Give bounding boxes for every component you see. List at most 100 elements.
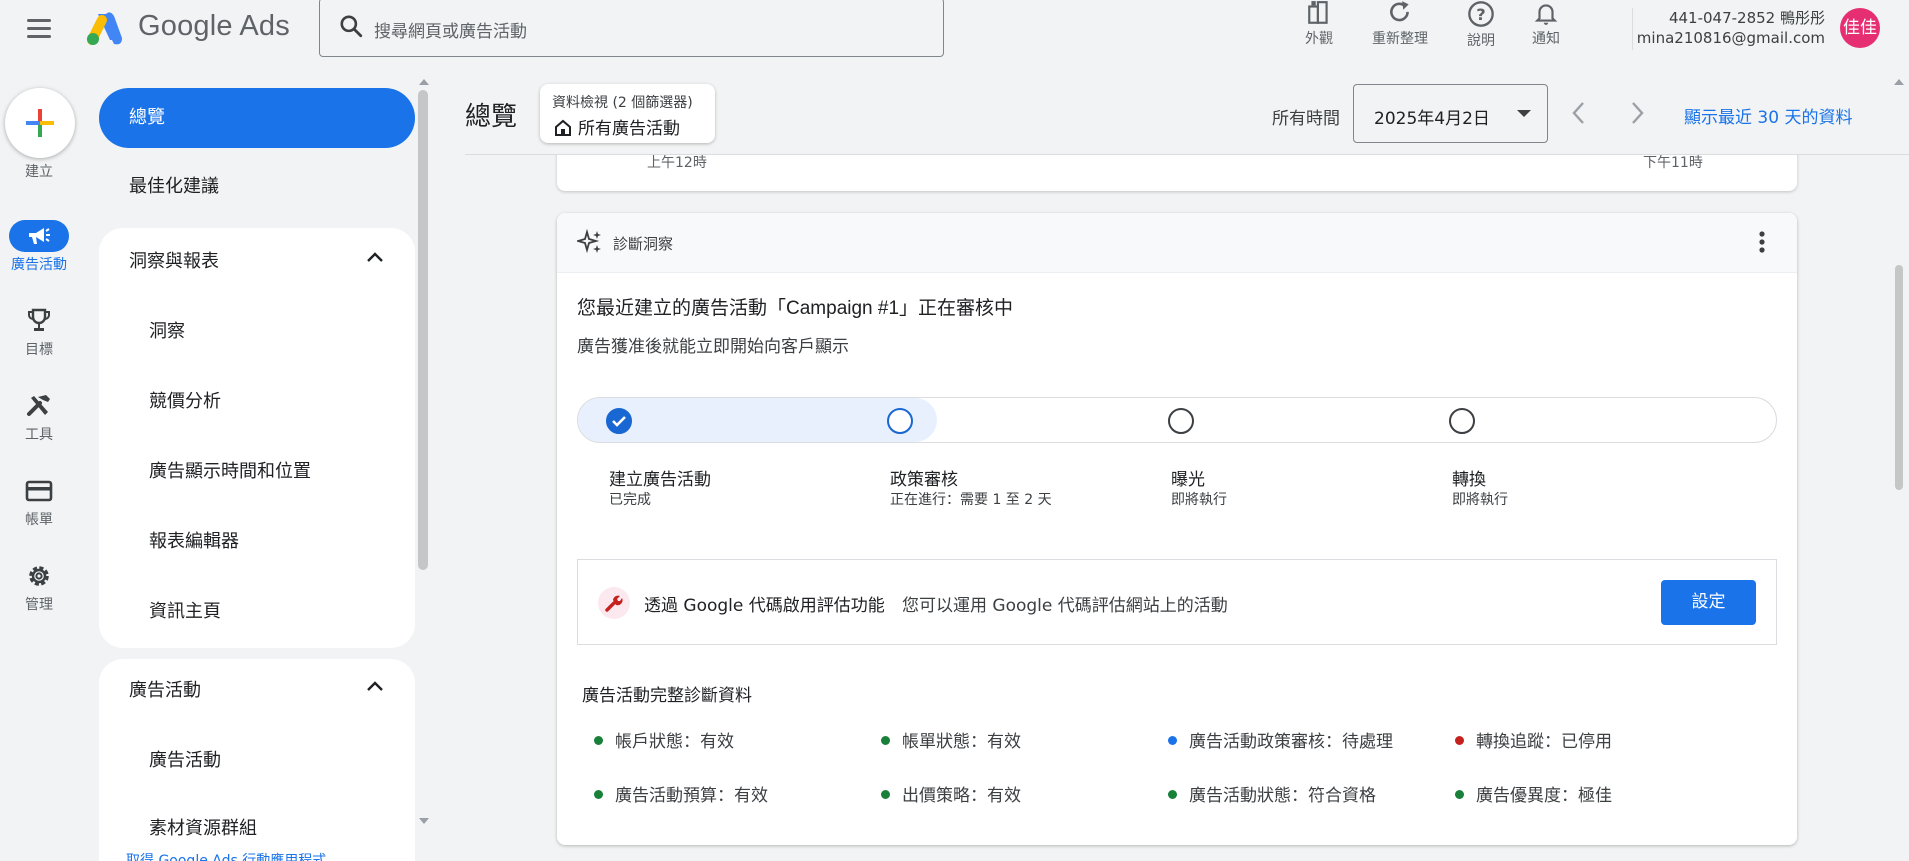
avatar[interactable]: 佳佳	[1840, 8, 1880, 48]
date-range-select[interactable]: 2025年4月2日	[1353, 84, 1548, 143]
rail-item-billing[interactable]: 帳單	[0, 475, 78, 529]
status-item[interactable]: 廣告活動政策審核：待處理	[1168, 727, 1393, 752]
status-text: 廣告活動預算：有效	[615, 786, 768, 806]
status-dot	[1455, 736, 1464, 745]
data-view-value: 所有廣告活動	[554, 114, 680, 139]
account-id: 441-047-2852 鴨彤彤	[1668, 9, 1825, 27]
refresh-icon	[1390, 1, 1409, 22]
sidebar-item-dashboards[interactable]: 資訊主頁	[149, 597, 221, 623]
rail-item-campaigns[interactable]: 廣告活動	[0, 220, 78, 274]
sidebar-item-when-where[interactable]: 廣告顯示時間和位置	[149, 457, 311, 483]
status-item[interactable]: 帳戶狀態：有效	[594, 727, 734, 752]
sidebar-item-asset-groups[interactable]: 素材資源群組	[149, 814, 257, 840]
sidebar-item-overview[interactable]: 總覽	[99, 88, 415, 148]
step-pending-circle-icon	[1168, 408, 1194, 434]
message-suffix: 」正在審核中	[899, 297, 1014, 319]
progress-stepper	[577, 397, 1777, 443]
chevron-right-icon[interactable]	[1624, 98, 1650, 128]
message-prefix: 您最近建立的廣告活動「	[577, 297, 787, 319]
notifications-button[interactable]: 通知	[1506, 0, 1586, 48]
header-divider	[1632, 8, 1633, 50]
scroll-up-arrow-icon[interactable]	[418, 78, 430, 86]
x-axis-tick-start: 上午12時	[647, 155, 707, 171]
data-view-chip[interactable]: 資料檢視 (2 個篩選器) 所有廣告活動	[540, 84, 715, 143]
promo-description: 您可以運用 Google 代碼評估網站上的活動	[902, 596, 1228, 616]
sidebar-item-insights[interactable]: 洞察	[149, 317, 185, 343]
top-header: Google Ads 搜尋網頁或廣告活動 外觀 重新整理 ? 說明 通知 441…	[0, 0, 1909, 76]
tools-icon	[27, 395, 50, 416]
sparkle-icon	[577, 229, 601, 254]
last30-number: 30	[1757, 108, 1780, 128]
rail-item-admin[interactable]: 管理	[0, 560, 78, 614]
notifications-label: 通知	[1532, 31, 1560, 47]
rail-label-campaigns: 廣告活動	[11, 257, 67, 273]
full-diagnostics-title: 廣告活動完整診斷資料	[582, 686, 752, 706]
google-tag-promo: 透過 Google 代碼啟用評估功能 您可以運用 Google 代碼評估網站上的…	[577, 559, 1777, 645]
toolbar-divider	[465, 154, 1909, 155]
promo-title: 透過 Google 代碼啟用評估功能	[644, 596, 885, 616]
megaphone-icon	[29, 228, 50, 244]
status-item[interactable]: 廣告活動狀態：符合資格	[1168, 781, 1376, 806]
step-status: 已完成	[609, 492, 651, 508]
status-item[interactable]: 轉換追蹤：已停用	[1455, 727, 1612, 752]
dropdown-caret-icon	[1517, 110, 1531, 117]
status-text: 廣告活動狀態：符合資格	[1189, 786, 1376, 806]
status-item[interactable]: 廣告優異度：極佳	[1455, 781, 1612, 806]
step-status: 即將執行	[1452, 492, 1508, 508]
status-item[interactable]: 出價策略：有效	[881, 781, 1021, 806]
rail-item-tools[interactable]: 工具	[0, 390, 78, 444]
menu-icon[interactable]	[22, 14, 56, 44]
mobile-app-link[interactable]: 取得 Google Ads 行動應用程式	[126, 850, 326, 861]
scroll-up-arrow-icon[interactable]	[1893, 78, 1905, 86]
refresh-label: 重新整理	[1372, 31, 1428, 47]
rail-item-goals[interactable]: 目標	[0, 305, 78, 359]
setup-button[interactable]: 設定	[1661, 580, 1756, 625]
chevron-up-icon[interactable]	[365, 250, 385, 264]
status-item[interactable]: 帳單狀態：有效	[881, 727, 1021, 752]
step-label: 政策審核	[890, 470, 958, 490]
google-ads-logo	[84, 10, 124, 46]
insights-group-title[interactable]: 洞察與報表	[129, 247, 219, 273]
status-text: 廣告活動政策審核：待處理	[1189, 732, 1393, 752]
rail-label-tools: 工具	[25, 427, 53, 443]
card-header: 診斷洞察	[557, 213, 1797, 273]
chevron-up-icon[interactable]	[365, 679, 385, 693]
sidebar-item-recommendations[interactable]: 最佳化建議	[99, 157, 415, 217]
account-info[interactable]: 441-047-2852 鴨彤彤 mina210816@gmail.com	[1637, 8, 1825, 48]
brand-name: Google Ads	[138, 10, 290, 42]
campaigns-group-title[interactable]: 廣告活動	[129, 676, 201, 702]
svg-text:?: ?	[1476, 5, 1485, 24]
create-button[interactable]	[5, 88, 75, 158]
status-dot	[881, 736, 890, 745]
appearance-button[interactable]: 外觀	[1279, 0, 1359, 48]
time-range-label: 所有時間	[1272, 109, 1340, 129]
refresh-button[interactable]: 重新整理	[1360, 0, 1440, 48]
sidebar-item-campaigns[interactable]: 廣告活動	[149, 746, 221, 772]
status-text: 廣告優異度：極佳	[1476, 786, 1612, 806]
status-dot	[1455, 790, 1464, 799]
status-text: 出價策略：有效	[902, 786, 1021, 806]
sidebar-scrollbar[interactable]	[418, 90, 428, 570]
sidebar-item-auction-insights[interactable]: 競價分析	[149, 387, 221, 413]
last30-prefix: 顯示最近	[1684, 108, 1758, 128]
show-last-30-days-link[interactable]: 顯示最近 30 天的資料	[1684, 103, 1852, 128]
data-view-scope: 所有廣告活動	[578, 119, 680, 139]
sidebar-item-report-editor[interactable]: 報表編輯器	[149, 527, 239, 553]
more-vert-icon[interactable]	[1757, 229, 1767, 255]
scroll-down-arrow-icon[interactable]	[418, 817, 430, 825]
step-status: 即將執行	[1171, 492, 1227, 508]
status-text: 帳戶狀態：有效	[615, 732, 734, 752]
appearance-label: 外觀	[1305, 31, 1333, 47]
help-icon: ?	[1468, 1, 1494, 27]
status-item[interactable]: 廣告活動預算：有效	[594, 781, 768, 806]
status-text: 帳單狀態：有效	[902, 732, 1021, 752]
step-current-circle-icon	[887, 408, 913, 434]
main-scrollbar[interactable]	[1895, 265, 1903, 490]
chevron-left-icon[interactable]	[1566, 98, 1592, 128]
home-icon	[555, 119, 571, 136]
rail-label-billing: 帳單	[25, 512, 53, 528]
search-input[interactable]: 搜尋網頁或廣告活動	[319, 0, 944, 57]
review-message-title: 您最近建立的廣告活動「Campaign #1」正在審核中	[577, 293, 1013, 320]
create-label: 建立	[25, 164, 53, 180]
step-label: 轉換	[1452, 470, 1486, 490]
